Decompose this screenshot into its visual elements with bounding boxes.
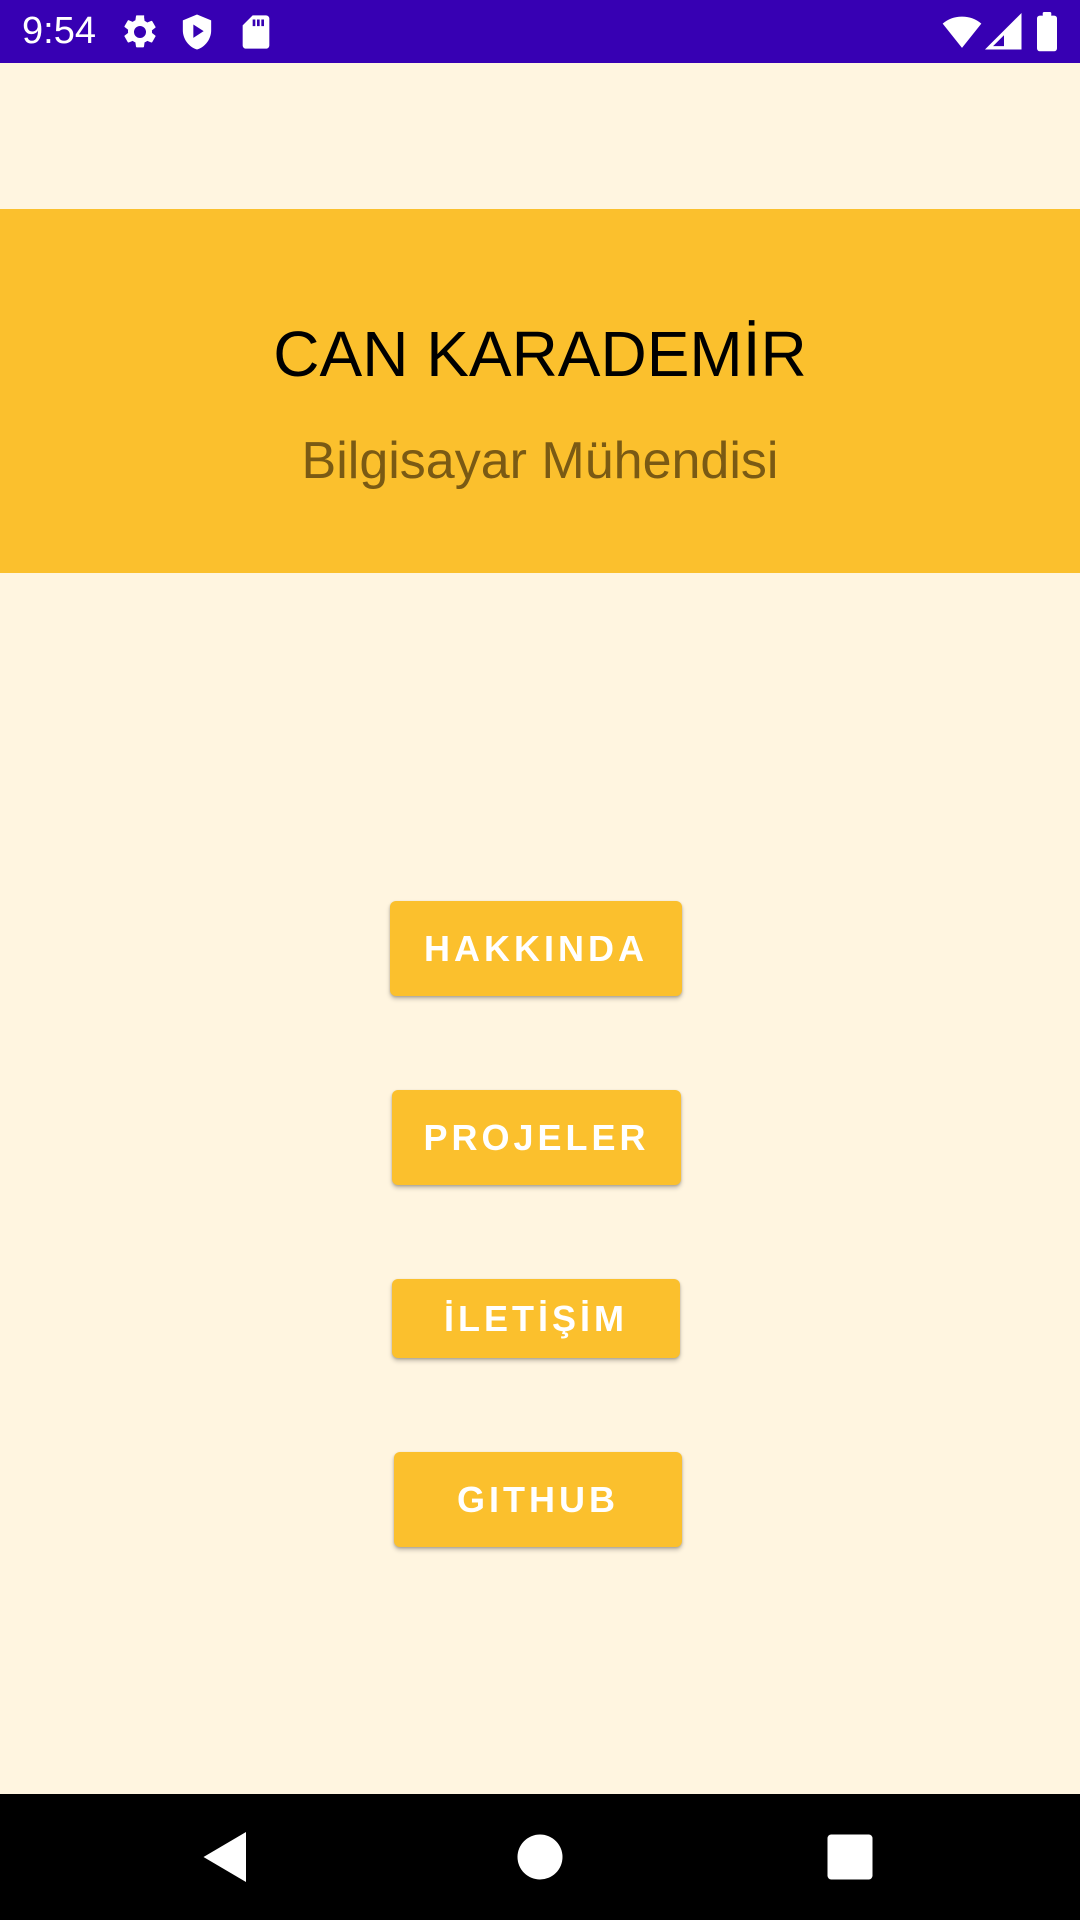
battery-icon (1029, 12, 1065, 52)
navigation-bar (0, 1794, 1080, 1920)
github-button[interactable]: GITHUB (394, 1452, 682, 1547)
shield-play-icon (177, 12, 217, 52)
profile-title: Bilgisayar Mühendisi (301, 432, 779, 490)
projects-button[interactable]: PROJELER (392, 1090, 681, 1185)
profile-name: CAN KARADEMİR (273, 318, 807, 390)
back-icon[interactable] (196, 1827, 256, 1887)
gear-icon (120, 12, 160, 52)
profile-header: CAN KARADEMİR Bilgisayar Mühendisi (0, 209, 1080, 573)
status-time: 9:54 (22, 10, 96, 52)
home-icon[interactable] (510, 1827, 570, 1887)
status-bar: 9:54 (0, 0, 1080, 63)
sd-card-icon (236, 12, 276, 52)
about-button[interactable]: HAKKINDA (390, 901, 682, 996)
wifi-icon (942, 12, 982, 52)
recents-icon[interactable] (820, 1827, 880, 1887)
contact-button[interactable]: İLETİŞİM (392, 1279, 680, 1358)
cell-signal-icon (984, 12, 1024, 52)
